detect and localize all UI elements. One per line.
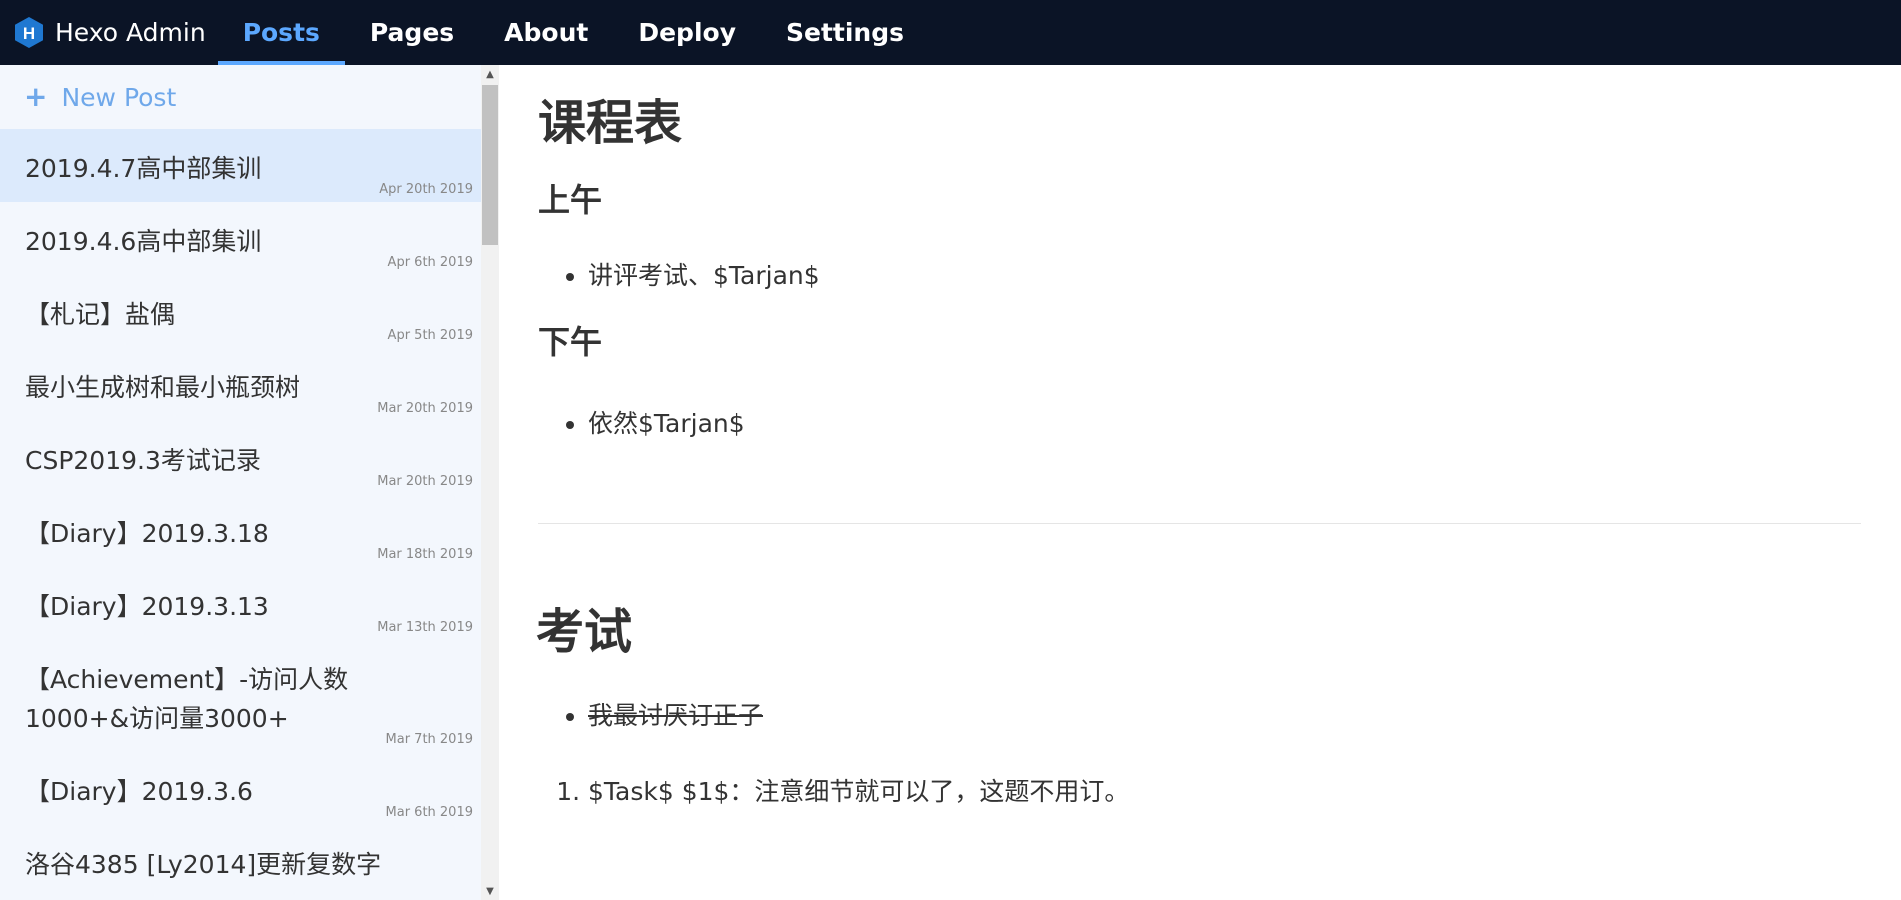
scroll-thumb[interactable] (482, 85, 498, 245)
heading-afternoon: 下午 (538, 322, 603, 361)
post-list-item[interactable]: 【Diary】2019.3.13 Mar 13th 2019 (0, 567, 481, 640)
plus-icon: + (24, 80, 48, 113)
scroll-up-arrow-icon[interactable]: ▲ (481, 65, 499, 83)
post-date: Mar 20th 2019 (377, 401, 473, 416)
post-list-item[interactable]: 【札记】盐偶 Apr 5th 2019 (0, 275, 481, 348)
post-date: Mar 13th 2019 (377, 620, 473, 635)
post-list-item[interactable]: 2019.4.7高中部集训 Apr 20th 2019 (0, 129, 481, 202)
brand[interactable]: H Hexo Admin (0, 0, 218, 65)
post-list-item[interactable]: 【Diary】2019.3.6 Mar 6th 2019 (0, 752, 481, 825)
post-date: Mar 6th 2019 (385, 805, 473, 820)
exam-task-list: $Task$ $1$：注意细节就可以了，这题不用订。 (538, 773, 1861, 811)
sidebar-scrollbar[interactable]: ▲ ▼ (481, 65, 499, 900)
nav-tab-settings[interactable]: Settings (761, 0, 929, 65)
heading-exam: 考试 (536, 604, 633, 661)
post-date: Mar 20th 2019 (377, 474, 473, 489)
post-date: Apr 20th 2019 (379, 182, 473, 197)
post-preview: 课程表 上午 讲评考试、$Tarjan$ 下午 依然$Tarjan$ 考试 我最… (499, 65, 1901, 900)
list-item: 讲评考试、$Tarjan$ (588, 257, 1861, 295)
top-nav: H Hexo Admin Posts Pages About Deploy Se… (0, 0, 1901, 65)
post-title: 洛谷4385 [Ly2014]更新复数字 (25, 850, 382, 879)
post-date: Apr 5th 2019 (387, 328, 473, 343)
new-post-button[interactable]: + New Post (0, 65, 481, 129)
list-item: 我最讨厌订正子 (588, 697, 1861, 735)
post-list-item[interactable]: 【Diary】2019.3.18 Mar 18th 2019 (0, 494, 481, 567)
horizontal-rule (538, 523, 1861, 525)
nav-tab-deploy[interactable]: Deploy (613, 0, 761, 65)
post-list-item[interactable]: CSP2019.3考试记录 Mar 20th 2019 (0, 421, 481, 494)
scroll-down-arrow-icon[interactable]: ▼ (481, 882, 499, 900)
post-date: Mar 7th 2019 (385, 732, 473, 747)
heading-morning: 上午 (538, 180, 603, 219)
list-item: $Task$ $1$：注意细节就可以了，这题不用订。 (588, 773, 1861, 811)
post-sidebar: + New Post 2019.4.7高中部集训 Apr 20th 2019 2… (0, 65, 481, 900)
post-date: Mar 18th 2019 (377, 547, 473, 562)
heading-schedule: 课程表 (538, 95, 683, 151)
post-list: 2019.4.7高中部集训 Apr 20th 2019 2019.4.6高中部集… (0, 129, 481, 898)
afternoon-list: 依然$Tarjan$ (538, 405, 1861, 443)
list-item: 依然$Tarjan$ (588, 405, 1861, 443)
post-list-item[interactable]: 洛谷4385 [Ly2014]更新复数字 (0, 825, 481, 898)
post-title: 【Achievement】-访问人数1000+&访问量3000+ (25, 665, 349, 733)
exam-list: 我最讨厌订正子 (538, 697, 1861, 735)
post-list-item[interactable]: 【Achievement】-访问人数1000+&访问量3000+ Mar 7th… (0, 640, 481, 752)
post-list-item[interactable]: 最小生成树和最小瓶颈树 Mar 20th 2019 (0, 348, 481, 421)
nav-tab-about[interactable]: About (479, 0, 613, 65)
nav-tab-pages[interactable]: Pages (345, 0, 479, 65)
morning-list: 讲评考试、$Tarjan$ (538, 257, 1861, 295)
brand-title: Hexo Admin (55, 18, 206, 47)
svg-text:H: H (23, 24, 35, 43)
post-date: Apr 6th 2019 (387, 255, 473, 270)
hexo-logo-icon: H (15, 17, 43, 48)
nav-tab-posts[interactable]: Posts (217, 0, 346, 65)
new-post-label: New Post (61, 82, 177, 112)
post-list-item[interactable]: 2019.4.6高中部集训 Apr 6th 2019 (0, 202, 481, 275)
